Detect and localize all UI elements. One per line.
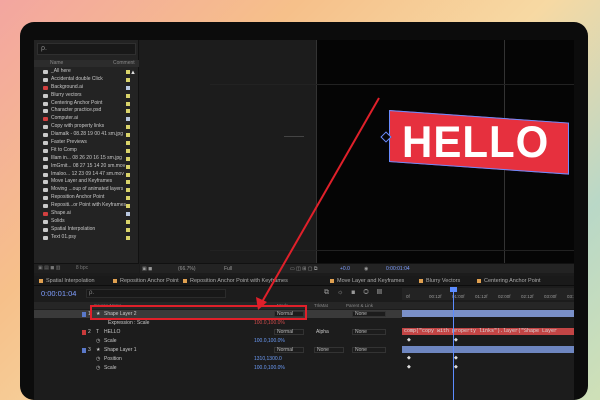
annotation-arrow [256, 97, 380, 310]
after-effects-window: ρ. Name Comment ▲ _All here Accidental do… [34, 40, 574, 400]
